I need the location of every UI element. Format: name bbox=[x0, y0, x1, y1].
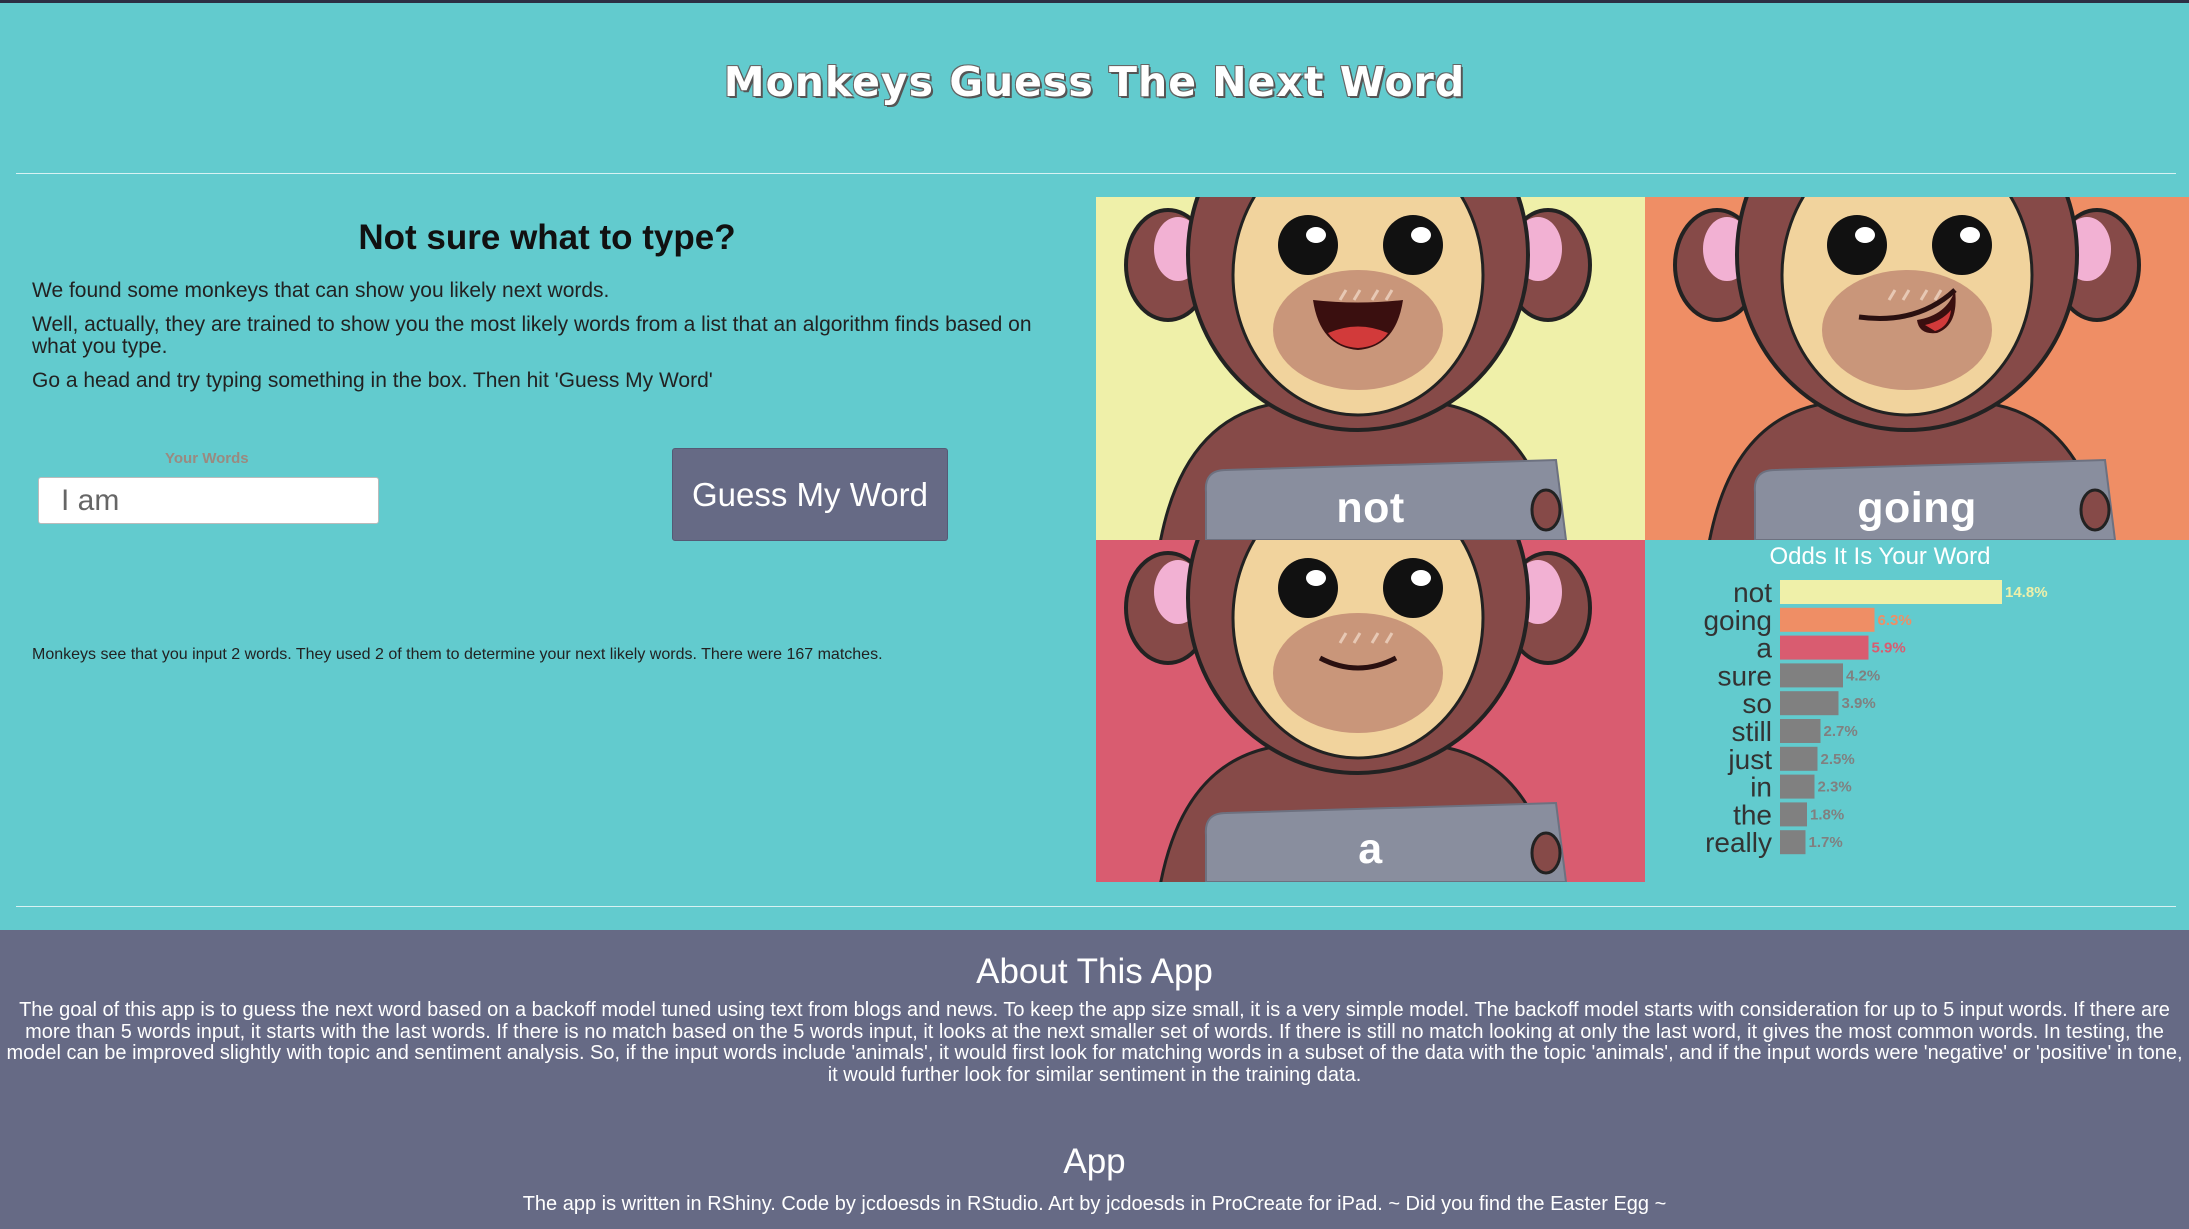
chart-bar bbox=[1780, 830, 1806, 855]
divider-top bbox=[16, 173, 2176, 174]
guess-my-word-button[interactable]: Guess My Word bbox=[672, 448, 948, 541]
match-status-text: Monkeys see that you input 2 words. They… bbox=[32, 646, 883, 663]
about-section: About This App The goal of this app is t… bbox=[0, 930, 2189, 1229]
monkey-sign-word: not bbox=[1336, 484, 1405, 532]
chart-value-label: 6.3% bbox=[1878, 612, 1912, 629]
odds-bar-chart: Odds It Is Your Word not 14.8% going 6.3% a 5.… bbox=[1703, 543, 2048, 858]
about-heading: About This App bbox=[976, 952, 1213, 991]
chart-value-label: 2.5% bbox=[1821, 751, 1855, 768]
chart-value-label: 4.2% bbox=[1846, 667, 1880, 684]
monkey-panel-1: not bbox=[1096, 197, 1645, 540]
chart-value-label: 14.8% bbox=[2005, 584, 2048, 601]
chart-category-label: really bbox=[1705, 827, 1772, 858]
chart-bar bbox=[1780, 635, 1869, 660]
chart-category-label: sure bbox=[1718, 660, 1772, 691]
chart-bar bbox=[1780, 580, 2002, 604]
intro-paragraph: Well, actually, they are trained to show… bbox=[32, 313, 1032, 358]
divider-bottom bbox=[16, 906, 2176, 907]
chart-bar bbox=[1780, 691, 1839, 716]
chart-category-label: going bbox=[1703, 605, 1772, 636]
about-text: The goal of this app is to guess the nex… bbox=[6, 999, 2183, 1086]
chart-value-label: 2.7% bbox=[1824, 723, 1858, 740]
top-border bbox=[0, 0, 2189, 3]
intro-paragraph: We found some monkeys that can show you … bbox=[32, 279, 610, 302]
intro-section: Not sure what to type? We found some mon… bbox=[32, 200, 1062, 404]
chart-value-label: 3.9% bbox=[1842, 695, 1876, 712]
chart-category-label: not bbox=[1733, 577, 1772, 608]
app-heading: App bbox=[1063, 1142, 1126, 1181]
chart-category-label: still bbox=[1732, 716, 1772, 747]
your-words-input[interactable]: I am bbox=[38, 477, 379, 524]
chart-bar bbox=[1780, 774, 1815, 799]
app-credits: The app is written in RShiny. Code by jc… bbox=[522, 1193, 1667, 1215]
chart-category-label: just bbox=[1727, 744, 1772, 775]
monkey-panel-2: going bbox=[1645, 197, 2189, 540]
app-title: Monkeys Guess The Next Word bbox=[723, 58, 1466, 106]
chart-bar bbox=[1780, 746, 1818, 771]
chart-bar bbox=[1780, 607, 1875, 632]
intro-paragraph: Go a head and try typing something in th… bbox=[32, 369, 713, 392]
chart-value-label: 1.7% bbox=[1809, 834, 1843, 851]
chart-category-label: a bbox=[1756, 633, 1772, 664]
chart-bar bbox=[1780, 802, 1807, 827]
intro-heading: Not sure what to type? bbox=[358, 218, 736, 257]
monkey-panel-3: a bbox=[1096, 540, 1645, 882]
chart-title: Odds It Is Your Word bbox=[1769, 543, 1990, 570]
chart-bar bbox=[1780, 719, 1821, 743]
chart-category-label: in bbox=[1750, 772, 1772, 803]
chart-value-label: 5.9% bbox=[1872, 640, 1906, 657]
monkey-sign-word: going bbox=[1857, 484, 1977, 532]
chart-bar bbox=[1780, 663, 1843, 688]
monkey-sign-word: a bbox=[1358, 825, 1383, 873]
odds-chart: Odds It Is Your Word not 14.8% going 6.3% a 5.… bbox=[1645, 540, 2189, 882]
chart-category-label: so bbox=[1742, 688, 1772, 719]
chart-value-label: 1.8% bbox=[1810, 806, 1844, 823]
chart-value-label: 2.3% bbox=[1818, 779, 1852, 796]
your-words-label: Your Words bbox=[165, 450, 249, 467]
chart-category-label: the bbox=[1733, 799, 1772, 830]
